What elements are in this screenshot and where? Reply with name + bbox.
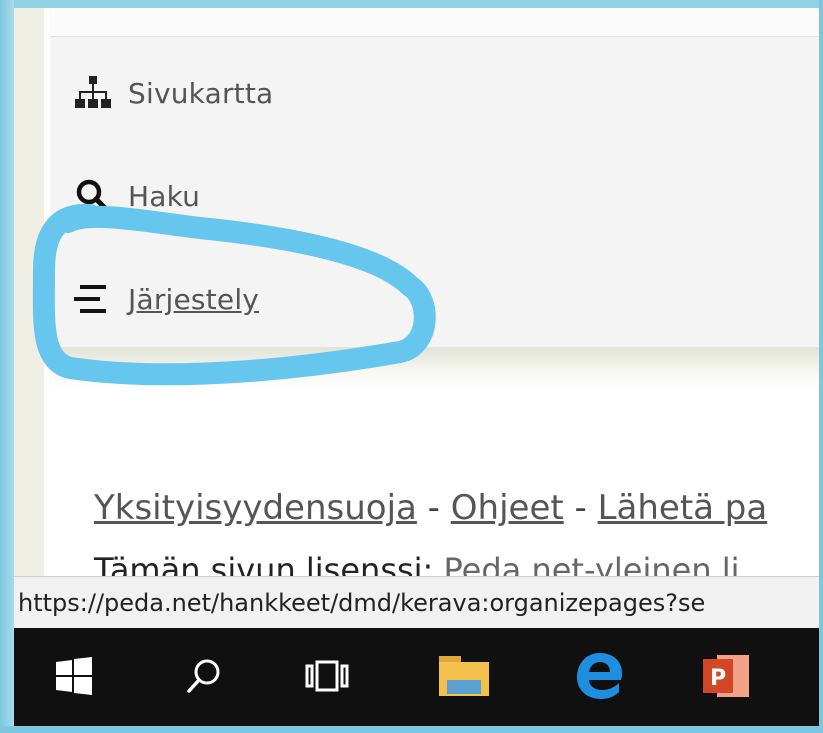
panel-shadow	[50, 347, 819, 389]
send-feedback-link[interactable]: Lähetä pa	[598, 488, 768, 528]
footer-separator: -	[416, 488, 451, 528]
desktop-frame-right	[819, 0, 823, 733]
browser-window: Sivukartta Haku Järjestely Yksityisyyden…	[14, 8, 819, 628]
help-link[interactable]: Ohjeet	[451, 488, 564, 528]
windows-start-icon[interactable]	[44, 646, 104, 706]
page-side-strip	[14, 8, 44, 628]
search-icon	[74, 177, 112, 215]
task-view-icon[interactable]	[297, 646, 357, 706]
menu-item-organize[interactable]: Järjestely	[74, 274, 259, 324]
menu-item-label: Haku	[128, 179, 201, 213]
desktop-frame-left	[0, 0, 14, 733]
status-bar-url: https://peda.net/hankkeet/dmd/kerava:org…	[14, 576, 819, 628]
organize-icon	[74, 280, 112, 318]
powerpoint-icon[interactable]: P	[697, 646, 757, 706]
footer-separator: -	[563, 488, 598, 528]
svg-text:P: P	[710, 666, 726, 691]
menu-item-sitemap[interactable]: Sivukartta	[74, 68, 273, 118]
edge-icon[interactable]	[570, 646, 630, 706]
windows-taskbar: P	[14, 628, 819, 726]
menu-item-label: Sivukartta	[128, 76, 274, 110]
file-explorer-icon[interactable]	[434, 646, 494, 706]
search-icon[interactable]	[174, 646, 234, 706]
footer-links: Yksityisyydensuoja - Ohjeet - Lähetä pa	[94, 488, 767, 528]
privacy-link[interactable]: Yksityisyydensuoja	[94, 488, 417, 528]
sitemap-icon	[74, 74, 112, 112]
menu-item-search[interactable]: Haku	[74, 171, 200, 221]
desktop-frame-bottom	[0, 726, 823, 733]
page-top-band	[50, 8, 819, 37]
menu-item-label: Järjestely	[128, 282, 260, 316]
